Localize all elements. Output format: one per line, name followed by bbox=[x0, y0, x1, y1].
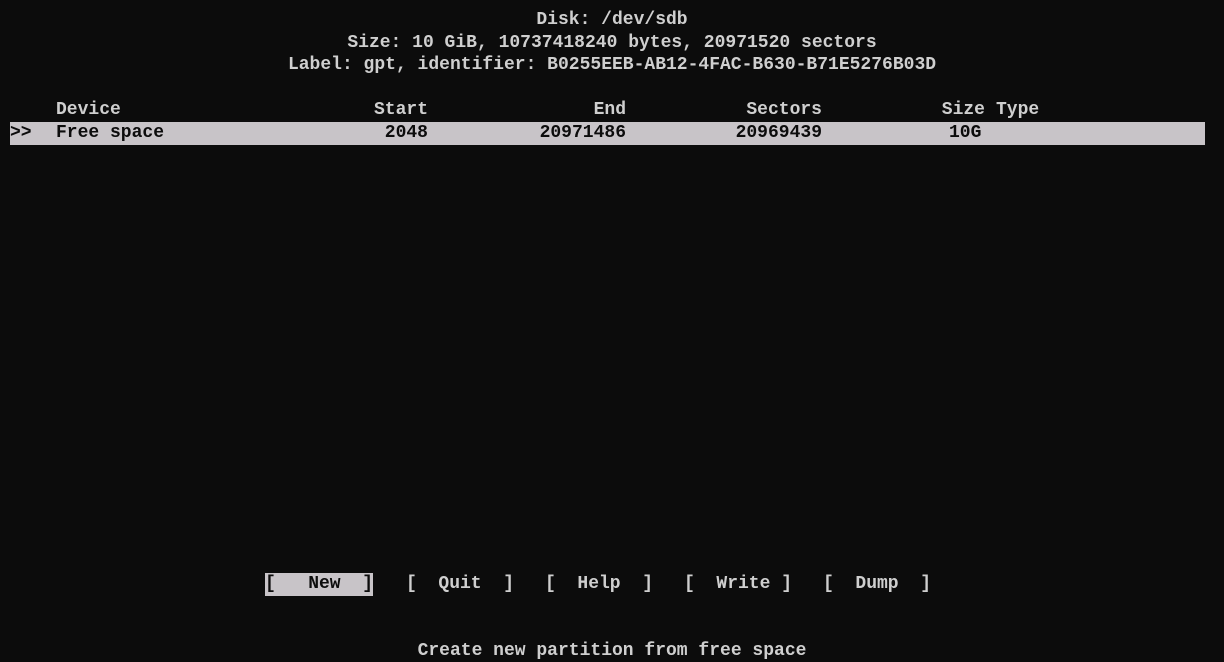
write-button[interactable]: [ Write ] bbox=[684, 573, 792, 596]
row-start: 2048 bbox=[384, 123, 428, 143]
command-menu: [ New ] [ Quit ] [ Help ] [ Write ] [ Du… bbox=[0, 573, 1224, 596]
row-end: 20971486 bbox=[539, 123, 626, 143]
new-button[interactable]: [ New ] bbox=[265, 573, 374, 596]
column-header-start: Start bbox=[373, 100, 428, 120]
dump-button[interactable]: [ Dump ] bbox=[823, 573, 931, 596]
row-device: Free space bbox=[56, 123, 165, 143]
column-header-device: Device bbox=[56, 100, 121, 120]
column-header-type: Type bbox=[996, 100, 1040, 120]
partition-table-header: Device Start End Sectors Size Type bbox=[0, 99, 1224, 122]
column-header-sectors: Sectors bbox=[746, 100, 822, 120]
disk-label-info: Label: gpt, identifier: B0255EEB-AB12-4F… bbox=[287, 55, 937, 75]
column-header-size: Size bbox=[941, 100, 985, 120]
row-sectors: 20969439 bbox=[735, 123, 822, 143]
partition-row-selected[interactable]: >> Free space 2048 20971486 20969439 10G bbox=[10, 122, 1205, 145]
quit-button[interactable]: [ Quit ] bbox=[406, 573, 514, 596]
cfdisk-terminal: Disk: /dev/sdb Size: 10 GiB, 10737418240… bbox=[0, 0, 1224, 662]
help-button[interactable]: [ Help ] bbox=[545, 573, 653, 596]
disk-size-info: Size: 10 GiB, 10737418240 bytes, 2097152… bbox=[347, 33, 877, 53]
disk-title: Disk: /dev/sdb bbox=[536, 10, 688, 30]
status-hint: Create new partition from free space bbox=[417, 641, 807, 661]
selection-marker: >> bbox=[10, 123, 32, 143]
column-header-end: End bbox=[593, 100, 626, 120]
row-size: 10G bbox=[949, 123, 982, 143]
